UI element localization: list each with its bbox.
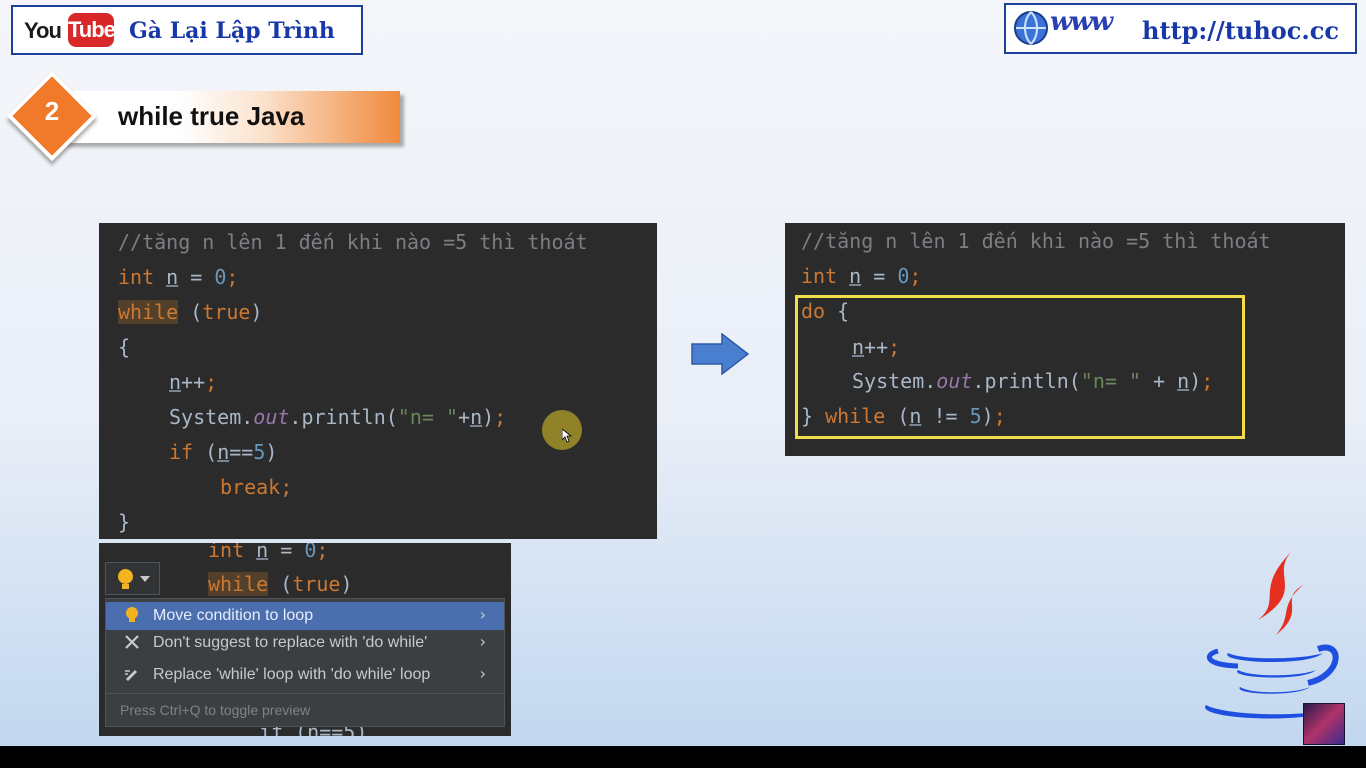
section-number: 2 bbox=[44, 96, 60, 126]
section-title: while true Java bbox=[118, 101, 305, 131]
mouse-pointer-icon bbox=[562, 429, 572, 443]
youtube-logo-you: You bbox=[24, 18, 62, 43]
channel-avatar bbox=[1303, 703, 1345, 745]
popup-footer-hint: Press Ctrl+Q to toggle preview bbox=[120, 702, 311, 718]
intention-actions-popup: Move condition to loop › Don't suggest t… bbox=[105, 598, 505, 727]
intention-bulb-button[interactable] bbox=[105, 562, 160, 595]
code-line-increment: n++; bbox=[169, 370, 218, 394]
background-code-declaration: int n = 0; bbox=[208, 543, 329, 562]
code-line-break: break; bbox=[220, 475, 293, 499]
code-line-if: if (n==5) bbox=[169, 440, 278, 464]
menu-item-replace-while[interactable]: Replace 'while' loop with 'do while' loo… bbox=[106, 661, 504, 689]
caret-down-icon bbox=[140, 576, 150, 582]
lightbulb-icon bbox=[118, 569, 133, 584]
channel-name: Gà Lại Lập Trình bbox=[129, 18, 335, 44]
do-while-highlight-box bbox=[795, 295, 1245, 439]
website-banner: www http://tuhoc.cc bbox=[1004, 3, 1357, 54]
code-line-declaration: int n = 0; bbox=[801, 264, 922, 288]
youtube-channel-banner: You Tube Gà Lại Lập Trình bbox=[11, 5, 363, 55]
section-title-bar: while true Java bbox=[60, 91, 400, 143]
code-comment: //tăng n lên 1 đến khi nào =5 thì thoát bbox=[118, 230, 588, 254]
popup-divider bbox=[106, 693, 504, 694]
site-url: http://tuhoc.cc bbox=[1142, 16, 1339, 45]
menu-item-label: Don't suggest to replace with 'do while' bbox=[153, 634, 428, 651]
code-line-println: System.out.println("n= "+n); bbox=[169, 405, 507, 429]
menu-item-move-condition[interactable]: Move condition to loop › bbox=[106, 602, 504, 630]
chevron-right-icon: › bbox=[479, 632, 486, 651]
code-line-declaration: int n = 0; bbox=[118, 265, 239, 289]
close-icon bbox=[125, 635, 139, 649]
www-logo-text: www bbox=[1050, 7, 1113, 37]
background-code-while: while (true) bbox=[208, 572, 353, 596]
youtube-logo-tube: Tube bbox=[68, 13, 116, 47]
menu-item-label: Move condition to loop bbox=[153, 607, 314, 624]
chevron-right-icon: › bbox=[479, 664, 486, 683]
code-comment: //tăng n lên 1 đến khi nào =5 thì thoát bbox=[801, 229, 1271, 253]
edit-icon bbox=[125, 670, 137, 681]
lightbulb-base bbox=[122, 584, 129, 589]
video-bottom-bar bbox=[0, 746, 1366, 768]
code-line-brace-close: } bbox=[118, 510, 131, 534]
menu-item-dont-suggest[interactable]: Don't suggest to replace with 'do while'… bbox=[106, 629, 504, 657]
code-line-brace-open: { bbox=[118, 335, 131, 359]
code-line-while: while (true) bbox=[118, 300, 263, 324]
menu-item-label: Replace 'while' loop with 'do while' loo… bbox=[153, 666, 431, 683]
chevron-right-icon: › bbox=[479, 605, 486, 624]
while-true-code-panel: //tăng n lên 1 đến khi nào =5 thì thoát … bbox=[99, 223, 657, 539]
arrow-right-icon bbox=[691, 333, 750, 375]
globe-icon bbox=[1014, 11, 1048, 45]
lightbulb-icon bbox=[126, 607, 138, 622]
